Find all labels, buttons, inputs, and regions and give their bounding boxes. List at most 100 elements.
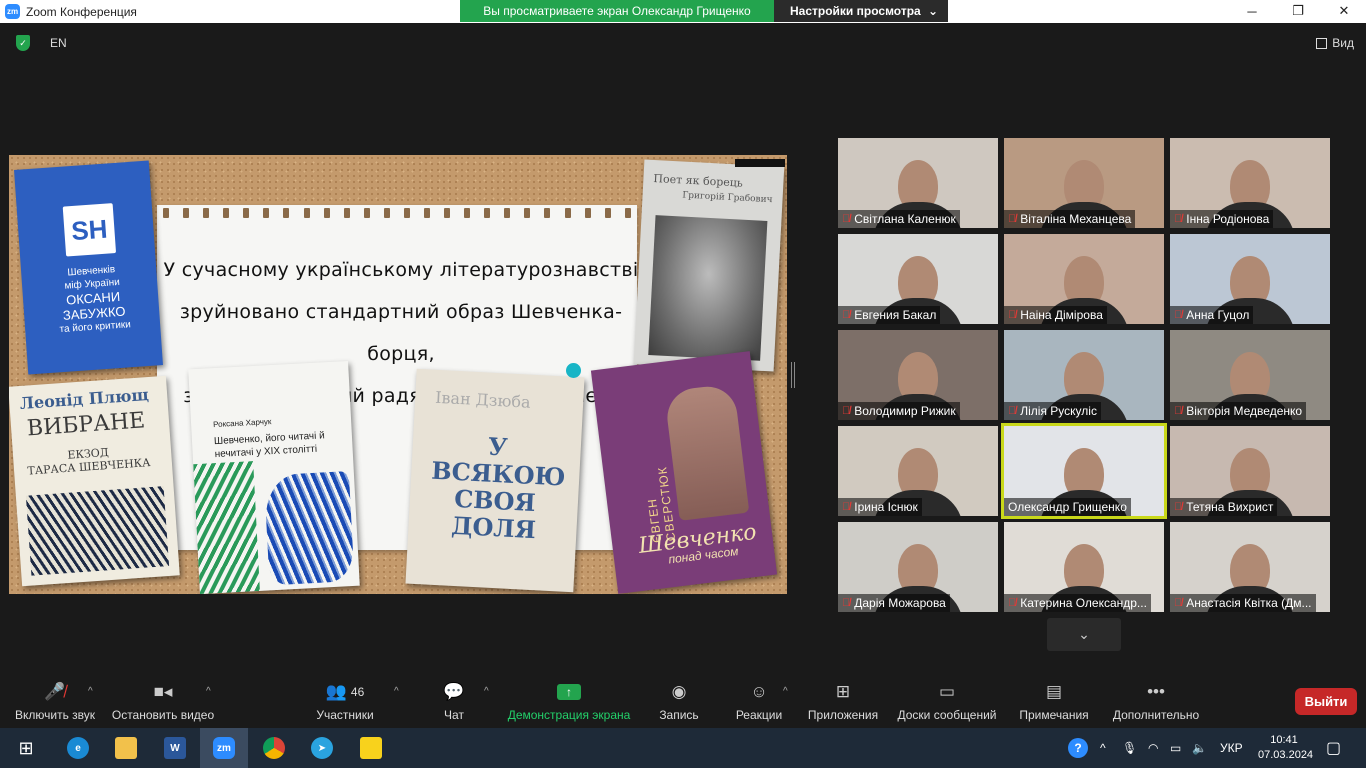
participant-tile[interactable]: 🎙̸ Евгения Бакал — [838, 234, 998, 324]
chat-button[interactable]: 💬 Чат — [434, 676, 474, 728]
split-drag-handle[interactable] — [791, 362, 795, 388]
participants-count: 46 — [350, 685, 365, 699]
apps-icon: ⊞ — [835, 682, 851, 701]
participant-name-bar: 🎙̸ Вікторія Медведенко — [1170, 402, 1307, 420]
close-button[interactable]: ✕ — [1321, 0, 1366, 22]
participant-tile[interactable]: 🎙̸ Анна Гуцол — [1170, 234, 1330, 324]
participant-tile[interactable]: 🎙̸ Дарія Можарова — [838, 522, 998, 612]
apps-button[interactable]: ⊞ Приложения — [804, 676, 882, 728]
reactions-options-caret[interactable]: ^ — [783, 686, 788, 697]
participant-tile[interactable]: 🎙̸ Тетяна Вихрист — [1170, 426, 1330, 516]
word-icon: W — [164, 737, 186, 759]
mic-muted-icon: 🎙̸ — [842, 213, 851, 225]
meeting-topbar: ✓ EN Вид — [0, 23, 1366, 63]
notifications-icon[interactable]: ▢ — [1326, 728, 1341, 768]
leave-button[interactable]: Выйти — [1295, 688, 1357, 715]
reactions-button[interactable]: ☺ Реакции — [732, 676, 786, 728]
participant-tile[interactable]: 🎙̸ Ірина Існюк — [838, 426, 998, 516]
whiteboard-icon: ▭ — [938, 682, 956, 701]
audio-options-caret[interactable]: ^ — [88, 686, 93, 697]
participant-tile[interactable]: 🎙̸ Віталіна Механцева — [1004, 138, 1164, 228]
taskbar-sticky-notes[interactable] — [347, 728, 395, 768]
participant-tile[interactable]: 🎙̸ Лілія Рускуліс — [1004, 330, 1164, 420]
start-button[interactable]: ⊞ — [2, 728, 50, 768]
shevchenko-portrait — [648, 215, 768, 361]
participant-name: Наіна Дімірова — [1020, 308, 1103, 322]
stop-video-button[interactable]: ■◂ Остановить видео — [108, 676, 218, 728]
system-clock[interactable]: 10:41 07.03.2024 — [1258, 733, 1314, 763]
participant-name: Світлана Каленюк — [854, 212, 956, 226]
input-language[interactable]: УКР — [1220, 728, 1243, 768]
book-sverstiuk: ЄВГЕН СВЕРСТЮК Шевченко понад часом — [590, 351, 778, 594]
participant-tile[interactable]: 🎙̸ Катерина Олександр... — [1004, 522, 1164, 612]
chrome-icon — [263, 737, 285, 759]
taskbar-edge[interactable]: e — [54, 728, 102, 768]
sh-logo-icon: SH — [62, 203, 117, 257]
chat-label: Чат — [444, 708, 464, 722]
book-grabowicz: Поет як борець Григорій Грабович — [633, 159, 785, 372]
taskbar-chrome[interactable] — [250, 728, 298, 768]
chat-options-caret[interactable]: ^ — [484, 686, 489, 697]
participant-tile[interactable]: 🎙̸ Інна Родіонова — [1170, 138, 1330, 228]
security-shield-icon[interactable]: ✓ — [16, 35, 30, 51]
volume-icon[interactable]: 🔈 — [1192, 728, 1207, 768]
book5-title: У ВСЯКОЮ СВОЯ ДОЛЯ — [430, 431, 567, 545]
participant-name: Анна Гуцол — [1186, 308, 1250, 322]
participant-tile[interactable]: 🎙̸ Наіна Дімірова — [1004, 234, 1164, 324]
participants-options-caret[interactable]: ^ — [394, 686, 399, 697]
minimize-button[interactable]: ─ — [1229, 0, 1275, 22]
taskbar-zoom[interactable]: zm — [200, 728, 248, 768]
telegram-icon: ➤ — [311, 737, 333, 759]
view-options-button[interactable]: Настройки просмотра ⌄ — [774, 0, 948, 22]
folder-icon — [115, 737, 137, 759]
wifi-icon[interactable]: ◠ — [1148, 728, 1158, 768]
clock-date: 07.03.2024 — [1258, 749, 1314, 761]
gallery-next-button[interactable]: ⌄ — [1047, 618, 1121, 651]
participants-label: Участники — [316, 708, 374, 722]
participant-name-bar: 🎙̸ Катерина Олександр... — [1004, 594, 1151, 612]
mic-muted-icon: 🎙̸ — [1008, 597, 1017, 609]
participants-button[interactable]: 👥 46 Участники — [310, 676, 380, 728]
battery-icon[interactable]: ▭ — [1170, 728, 1181, 768]
video-options-caret[interactable]: ^ — [206, 686, 211, 697]
book5-author: Іван Дзюба — [434, 387, 532, 412]
participant-name: Ірина Існюк — [854, 500, 918, 514]
more-button[interactable]: ••• Дополнительно — [1108, 676, 1204, 728]
participant-name-bar: 🎙̸ Інна Родіонова — [1170, 210, 1274, 228]
help-icon[interactable]: ? — [1068, 728, 1088, 768]
whiteboards-button[interactable]: ▭ Доски сообщений — [894, 676, 1000, 728]
participant-tile[interactable]: 🎙̸ Світлана Каленюк — [838, 138, 998, 228]
redaction-bar — [735, 159, 785, 167]
book-plyushch: Леонід Плющ ВИБРАНЕ ЕКЗОД ТАРАСА ШЕВЧЕНК… — [9, 375, 180, 587]
unmute-button[interactable]: 🎤̸ Включить звук — [10, 676, 100, 728]
view-options-label: Настройки просмотра — [790, 4, 921, 18]
participant-tile[interactable]: 🎙̸ Анастасія Квітка (Дм... — [1170, 522, 1330, 612]
mic-muted-icon: 🎙̸ — [1174, 309, 1183, 321]
notes-button[interactable]: ▤ Примечания — [1016, 676, 1092, 728]
record-button[interactable]: ◉ Запись — [652, 676, 706, 728]
participant-tile[interactable]: 🎙̸ Володимир Рижик — [838, 330, 998, 420]
participant-name-bar: 🎙̸ Володимир Рижик — [838, 402, 960, 420]
book-kharchuk: Роксана Харчук Шевченко, його читачі й н… — [188, 360, 360, 594]
participant-tile[interactable]: Олександр Грищенко — [1001, 423, 1167, 519]
language-indicator[interactable]: EN — [50, 36, 67, 50]
taskbar-explorer[interactable] — [102, 728, 150, 768]
participant-name: Вікторія Медведенко — [1186, 404, 1303, 418]
maximize-button[interactable]: ❐ — [1275, 0, 1321, 22]
view-button[interactable]: Вид — [1316, 36, 1354, 50]
participant-name: Володимир Рижик — [854, 404, 956, 418]
mic-muted-icon: 🎙̸ — [1174, 213, 1183, 225]
participant-tile[interactable]: 🎙̸ Вікторія Медведенко — [1170, 330, 1330, 420]
taskbar-word[interactable]: W — [151, 728, 199, 768]
share-screen-button[interactable]: ↑ Демонстрация экрана — [504, 676, 634, 728]
windows-logo-icon: ⊞ — [18, 737, 34, 758]
book2-title: Поет як борець Григорій Грабович — [653, 171, 773, 206]
record-icon: ◉ — [671, 682, 687, 701]
stop-video-label: Остановить видео — [111, 708, 215, 722]
taskbar-telegram[interactable]: ➤ — [298, 728, 346, 768]
microphone-icon[interactable]: 🎙 — [1122, 728, 1137, 768]
mic-muted-icon: 🎙̸ — [1174, 597, 1183, 609]
tray-expand-icon[interactable]: ^ — [1100, 728, 1106, 768]
video-camera-icon: ■◂ — [153, 682, 173, 701]
participant-name-bar: 🎙̸ Світлана Каленюк — [838, 210, 960, 228]
